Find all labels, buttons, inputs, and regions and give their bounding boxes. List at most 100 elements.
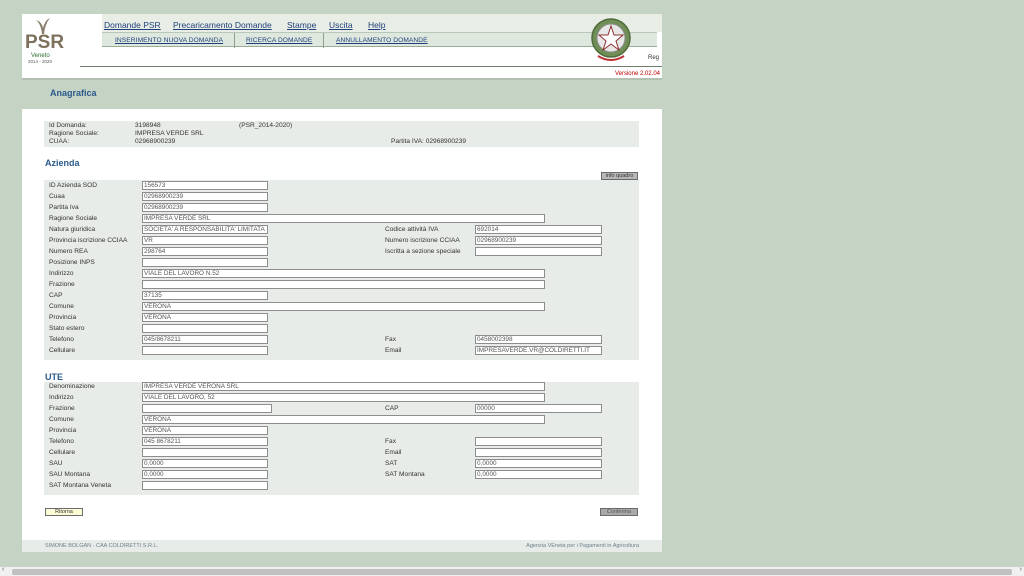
info-quadro-button[interactable]: info quadro (601, 172, 638, 180)
ute-comune-field[interactable]: VERONA (142, 415, 545, 424)
id-sod-label: ID Azienda SOD (49, 182, 98, 189)
telefono-label: Telefono (49, 336, 74, 343)
sau-montana-field[interactable]: 0,0000 (142, 470, 268, 479)
id-domanda-value: 3198948 (135, 122, 161, 129)
cellulare-field[interactable] (142, 346, 268, 355)
id-sod-field[interactable]: 156573 (142, 181, 268, 190)
telefono-field[interactable]: 045/8678211 (142, 335, 268, 344)
ute-indirizzo-field[interactable]: VIALE DEL LAVORO, 52 (142, 393, 545, 402)
ritorna-button[interactable]: Ritorna (45, 508, 83, 516)
ute-fax-field[interactable] (475, 437, 602, 446)
header: PSR Veneto 2014 - 2020 Domande PSR Preca… (22, 14, 662, 80)
ragione-sociale-field[interactable]: IMPRESA VERDE SRL (142, 214, 545, 223)
main-menu: Domande PSR Precaricamento Domande Stamp… (102, 14, 662, 32)
fax-field[interactable]: 0458002398 (475, 335, 602, 344)
sat-montana-veneta-label: SAT Montana Veneta (49, 482, 112, 489)
cap-label: CAP (49, 292, 63, 299)
cuaa-field-label: Cuaa (49, 193, 65, 200)
numero-cciaa-label: Numero iscrizione CCIAA (385, 237, 460, 244)
ute-frazione-label: Frazione (49, 405, 75, 412)
footer-agency: Agenzia VEneta per i Pagamenti in Agrico… (526, 543, 639, 549)
provincia-field[interactable]: VERONA (142, 313, 268, 322)
email-field[interactable]: IMPRESAVERDE.VR@COLDIRETTI.IT (475, 346, 602, 355)
provincia-label: Provincia (49, 314, 77, 321)
sat-field[interactable]: 0,0000 (475, 459, 602, 468)
conferma-button[interactable]: Conferma (600, 508, 638, 516)
ute-telefono-field[interactable]: 045 8678211 (142, 437, 268, 446)
ute-telefono-label: Telefono (49, 438, 74, 445)
version-label: Versione 2.02.04 (614, 71, 660, 77)
provincia-cciaa-field[interactable]: VR (142, 236, 268, 245)
ute-email-field[interactable] (475, 448, 602, 457)
footer-user-info: SIMONE BOLGAN - CAA COLDIRETTI S.R.L. (45, 543, 159, 549)
cuaa-value: 02968900239 (135, 138, 176, 145)
submenu-ricerca[interactable]: RICERCA DOMANDE (246, 37, 312, 44)
sat-montana-veneta-field[interactable] (142, 481, 268, 490)
section-title-azienda: Azienda (45, 158, 80, 168)
summary-box: Id Domanda: 3198948 (PSR_2014-2020) Ragi… (44, 121, 639, 147)
ute-provincia-label: Provincia (49, 427, 77, 434)
horizontal-scrollbar[interactable]: ‹ › (0, 566, 1024, 576)
sat-montana-label: SAT Montana (385, 471, 425, 478)
sezione-speciale-label: Iscritta a sezione speciale (385, 248, 461, 255)
stato-estero-field[interactable] (142, 324, 268, 333)
partita-iva-field[interactable]: 02968900239 (142, 203, 268, 212)
ute-cap-field[interactable]: 00000 (475, 404, 602, 413)
frazione-label: Frazione (49, 281, 75, 288)
fax-label: Fax (385, 336, 396, 343)
cuaa-field[interactable]: 02968900239 (142, 192, 268, 201)
ute-cap-label: CAP (385, 405, 399, 412)
submenu-annullamento[interactable]: ANNULLAMENTO DOMANDE (336, 37, 428, 44)
codice-attivita-iva-field[interactable]: 692014 (475, 225, 602, 234)
page-container: PSR Veneto 2014 - 2020 Domande PSR Preca… (22, 14, 662, 552)
ute-cellulare-label: Cellulare (49, 449, 76, 456)
ragione-sociale-label: Ragione Sociale: (49, 130, 99, 137)
italian-republic-emblem-icon (588, 14, 634, 64)
ute-frazione-field[interactable] (142, 404, 272, 413)
programma-value: (PSR_2014-2020) (239, 122, 293, 129)
posizione-inps-field[interactable] (142, 258, 268, 267)
id-domanda-label: Id Domanda: (49, 122, 87, 129)
ute-fax-label: Fax (385, 438, 396, 445)
scrollbar-thumb[interactable] (12, 569, 1012, 575)
provincia-cciaa-label: Provincia iscrizione CCIAA (49, 237, 128, 244)
menu-precaricamento[interactable]: Precaricamento Domande (173, 20, 272, 30)
menu-stampe[interactable]: Stampe (287, 20, 316, 30)
page-title: Anagrafica (50, 88, 97, 98)
indirizzo-field[interactable]: VIALE DEL LAVORO N.52 (142, 269, 545, 278)
numero-cciaa-field[interactable]: 02968900239 (475, 236, 602, 245)
natura-giuridica-field[interactable]: SOCIETA' A RESPONSABILITA' LIMITATA (142, 225, 268, 234)
partita-iva-label: Partita Iva (49, 204, 79, 211)
sau-montana-label: SAU Montana (49, 471, 91, 478)
menu-uscita[interactable]: Uscita (329, 20, 353, 30)
comune-field[interactable]: VERONA (142, 302, 545, 311)
frazione-field[interactable] (142, 280, 545, 289)
comune-label: Comune (49, 303, 74, 310)
sau-field[interactable]: 0,0000 (142, 459, 268, 468)
psr-logo: PSR Veneto 2014 - 2020 (22, 14, 102, 70)
logo-years: 2014 - 2020 (28, 59, 53, 64)
numero-rea-field[interactable]: 298764 (142, 247, 268, 256)
cap-field[interactable]: 37135 (142, 291, 268, 300)
ute-comune-label: Comune (49, 416, 74, 423)
partita-iva-value: Partita IVA: 02968900239 (391, 138, 467, 145)
logo-text: PSR (25, 32, 65, 53)
menu-help[interactable]: Help (368, 20, 385, 30)
sat-label: SAT (385, 460, 398, 467)
submenu-divider (323, 33, 324, 48)
footer: SIMONE BOLGAN - CAA COLDIRETTI S.R.L. Ag… (22, 540, 662, 552)
menu-domande-psr[interactable]: Domande PSR (104, 20, 161, 30)
sau-label: SAU (49, 460, 63, 467)
denominazione-field[interactable]: IMPRESA VERDE VERONA SRL (142, 382, 545, 391)
sat-montana-field[interactable]: 0,0000 (475, 470, 602, 479)
sezione-speciale-field[interactable] (475, 247, 602, 256)
sub-menu: INSERIMENTO NUOVA DOMANDA RICERCA DOMAND… (102, 32, 657, 48)
scroll-left-icon[interactable]: ‹ (2, 566, 4, 573)
ute-provincia-field[interactable]: VERONA (142, 426, 268, 435)
scroll-right-icon[interactable]: › (1020, 566, 1022, 573)
stato-estero-label: Stato estero (49, 325, 85, 332)
submenu-inserimento[interactable]: INSERIMENTO NUOVA DOMANDA (115, 37, 223, 44)
ute-email-label: Email (385, 449, 402, 456)
ute-cellulare-field[interactable] (142, 448, 268, 457)
indirizzo-label: Indirizzo (49, 270, 74, 277)
